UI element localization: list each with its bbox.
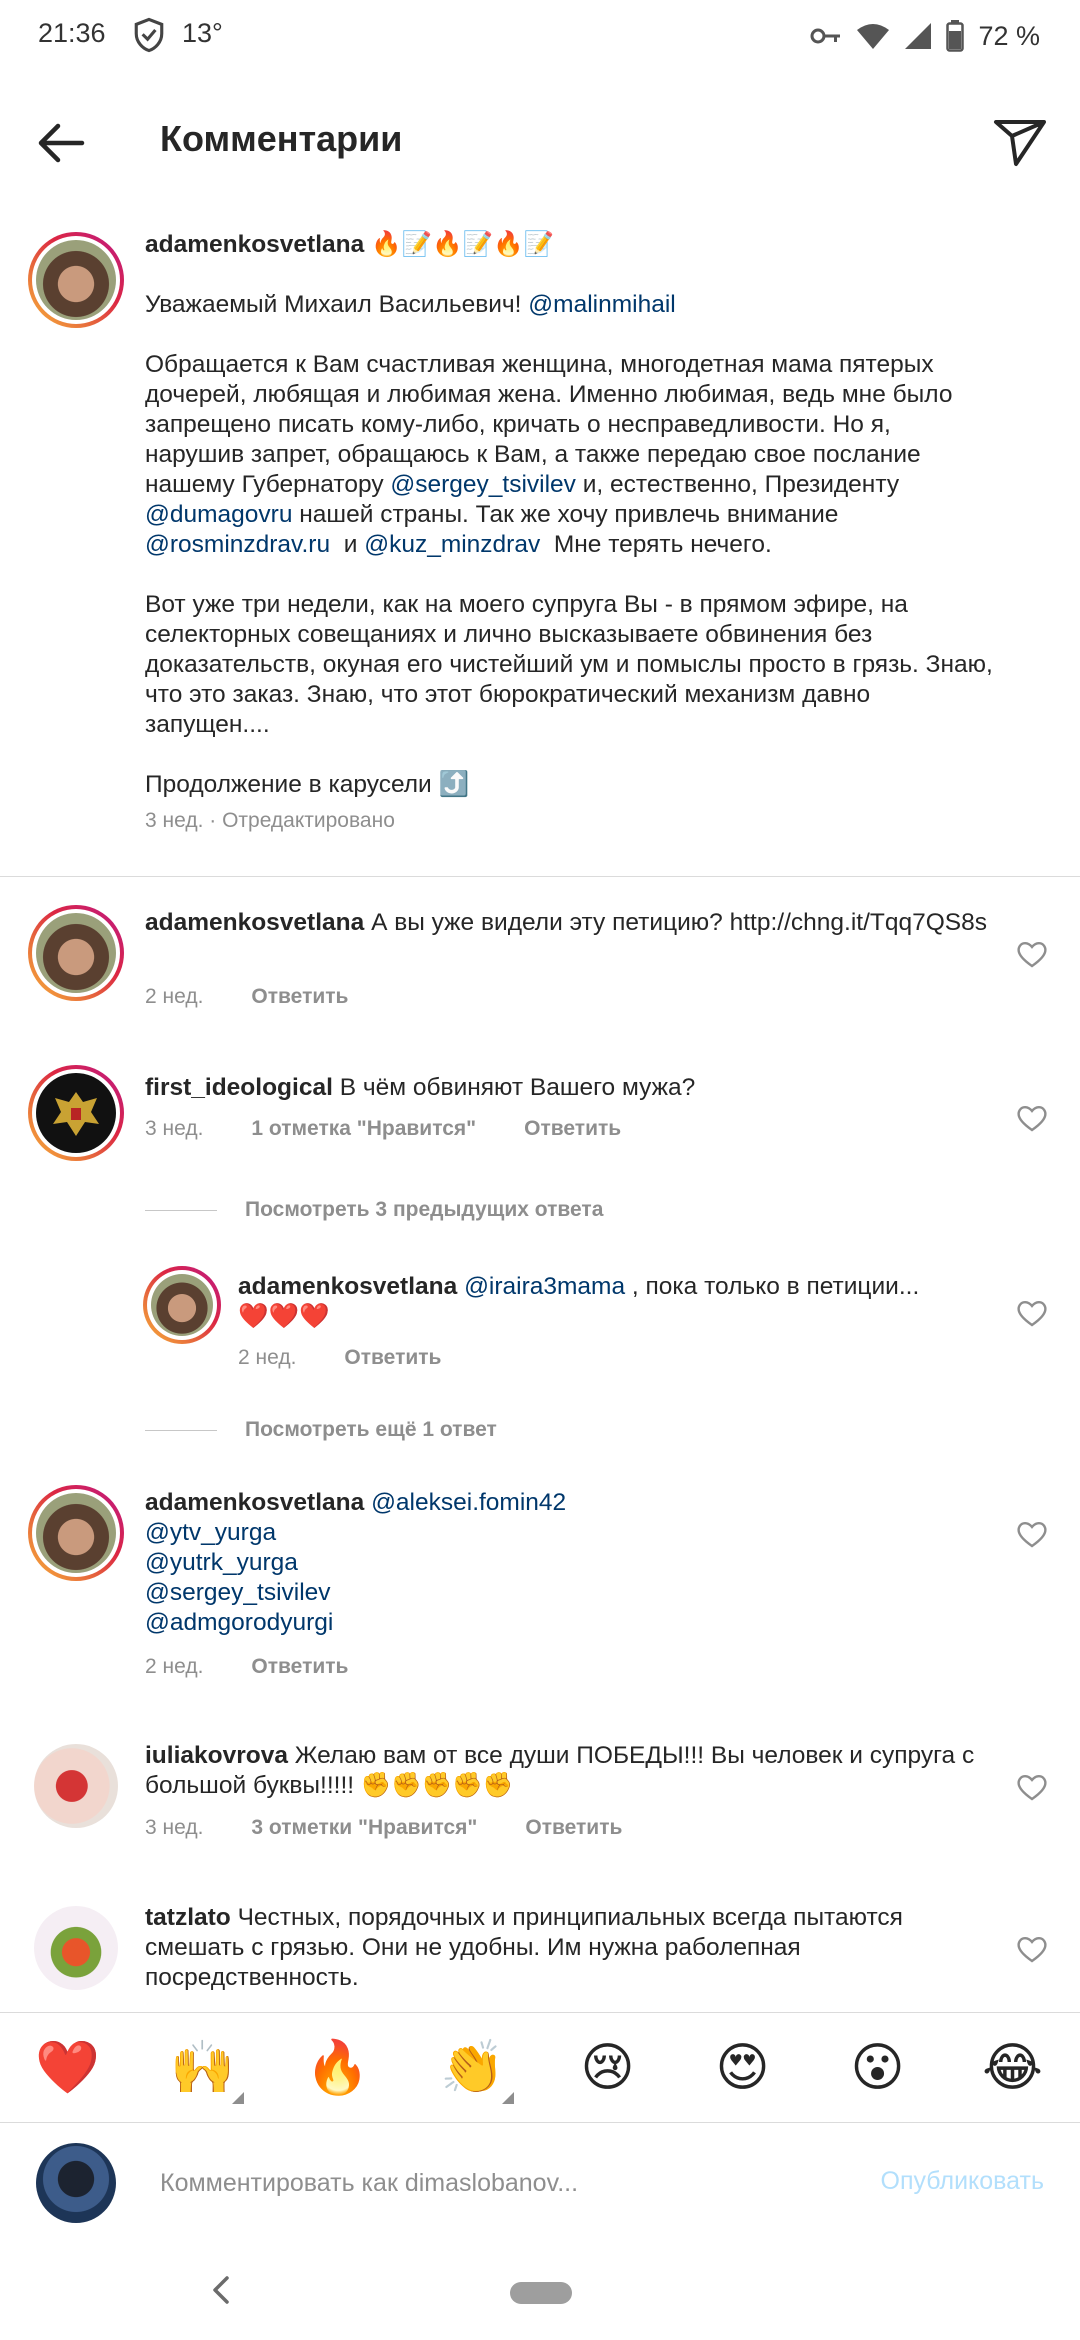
reply-time: 2 нед. <box>238 1346 297 1369</box>
mention-link[interactable]: @malinmihail <box>528 291 675 318</box>
status-bar: 21:36 13° 72 % <box>0 0 1080 72</box>
mention-link[interactable]: @sergey_tsivilev <box>145 1579 331 1606</box>
like-heart-icon[interactable] <box>1016 1103 1048 1133</box>
like-heart-icon[interactable] <box>1016 1298 1048 1328</box>
likes-count[interactable]: 1 отметка "Нравится" <box>251 1117 476 1141</box>
mention-link[interactable]: @admgorodyurgi <box>145 1609 333 1636</box>
status-time: 21:36 <box>38 18 106 48</box>
shield-icon <box>134 17 164 53</box>
reply-username[interactable]: adamenkosvetlana <box>238 1273 457 1300</box>
emoji-heart[interactable]: ❤️ <box>23 2042 113 2094</box>
mention-link[interactable]: @dumagovru <box>145 501 292 528</box>
reply-button[interactable]: Ответить <box>525 1816 622 1840</box>
system-nav-bar <box>0 2242 1080 2340</box>
battery-level: 72 % <box>978 20 1040 51</box>
comment-username[interactable]: iuliakovrova <box>145 1742 288 1769</box>
avatar[interactable] <box>28 905 124 1001</box>
mention-link[interactable]: @rosminzdrav.ru <box>145 531 330 558</box>
like-heart-icon[interactable] <box>1016 939 1048 969</box>
key-icon <box>810 28 841 44</box>
mention-link[interactable]: @aleksei.fomin42 <box>371 1489 566 1516</box>
like-heart-icon[interactable] <box>1016 1772 1048 1802</box>
mention-link[interactable]: @ytv_yurga <box>145 1519 276 1546</box>
avatar[interactable] <box>28 1065 124 1161</box>
emoji-laughing[interactable]: 😂 <box>968 2042 1058 2094</box>
comment-username[interactable]: adamenkosvetlana <box>145 1489 364 1516</box>
comment-time: 2 нед. <box>145 985 204 1008</box>
view-more-replies[interactable]: Посмотреть ещё 1 ответ <box>145 1418 497 1442</box>
send-icon[interactable] <box>988 110 1050 172</box>
reply-hearts: ❤️❤️❤️ <box>238 1303 330 1330</box>
mention-link[interactable]: @kuz_minzdrav <box>364 531 540 558</box>
caption-username-emoji: 🔥📝🔥📝🔥📝 <box>371 231 555 258</box>
avatar[interactable] <box>34 1906 118 1990</box>
comment-meta: 3 нед. 1 отметка "Нравится" Ответить <box>145 1117 621 1141</box>
caption-paragraph-2: Вот уже три недели, как на моего супруга… <box>145 591 993 738</box>
status-temperature: 13° <box>182 18 223 48</box>
mention-link[interactable]: @yutrk_yurga <box>145 1549 298 1576</box>
app-header: Комментарии <box>0 72 1080 212</box>
caption-paragraph-3: Продолжение в карусели ⤴️ <box>145 771 470 798</box>
comment-text: Честных, порядочных и принципиальных все… <box>145 1904 903 1991</box>
emoji-clap[interactable]: 👏 <box>428 2042 518 2104</box>
avatar[interactable] <box>143 1266 221 1344</box>
emoji-reaction-bar: ❤️ 🙌 🔥 👏 😢 😍 😮 😂 <box>0 2012 1080 2122</box>
battery-icon <box>946 20 965 52</box>
page-title: Комментарии <box>160 118 403 159</box>
reply-button[interactable]: Ответить <box>251 985 348 1009</box>
caption-username[interactable]: adamenkosvetlana <box>145 231 364 258</box>
status-right: 72 % <box>810 16 1040 56</box>
emoji-heart-eyes[interactable]: 😍 <box>698 2042 788 2094</box>
comment-input-bar: Опубликовать <box>0 2122 1080 2242</box>
comment-username[interactable]: tatzlato <box>145 1904 231 1931</box>
reply-button[interactable]: Ответить <box>251 1655 348 1679</box>
wifi-icon <box>857 24 890 49</box>
caption-paragraph-1: Обращается к Вам счастливая женщина, мно… <box>145 351 953 558</box>
caption-meta: 3 нед. · Отредактировано <box>145 809 395 832</box>
comment-username[interactable]: adamenkosvetlana <box>145 909 364 936</box>
emoji-raised-hands[interactable]: 🙌 <box>158 2042 248 2104</box>
nav-home-pill[interactable] <box>510 2282 572 2304</box>
comment-text: А вы уже видели эту петицию? http://chng… <box>371 909 988 936</box>
comment-time: 3 нед. <box>145 1117 204 1140</box>
mention-link[interactable]: @iraira3mama <box>464 1273 625 1300</box>
comment-username[interactable]: first_ideological <box>145 1074 333 1101</box>
reply-button[interactable]: Ответить <box>344 1346 441 1370</box>
current-user-avatar <box>36 2143 116 2223</box>
nav-back-icon[interactable] <box>205 2270 235 2310</box>
comment-meta: 3 нед. 3 отметки "Нравится" Ответить <box>145 1816 622 1840</box>
emoji-crying[interactable]: 😢 <box>563 2042 653 2094</box>
comment-meta: 2 нед. Ответить <box>145 1655 348 1679</box>
reply-button[interactable]: Ответить <box>524 1117 621 1141</box>
view-previous-replies[interactable]: Посмотреть 3 предыдущих ответа <box>145 1198 603 1222</box>
avatar[interactable] <box>34 1744 118 1828</box>
comment-time: 3 нед. <box>145 1816 204 1839</box>
avatar[interactable] <box>28 232 124 328</box>
comment-time: 2 нед. <box>145 1655 204 1678</box>
mention-link[interactable]: @sergey_tsivilev <box>390 471 576 498</box>
caption-greeting: Уважаемый Михаил Васильевич! <box>145 291 522 318</box>
likes-count[interactable]: 3 отметки "Нравится" <box>251 1816 477 1840</box>
signal-icon <box>905 23 932 49</box>
emoji-fire[interactable]: 🔥 <box>293 2042 383 2094</box>
reply-text: , пока только в петиции... <box>631 1273 920 1300</box>
comment-input[interactable] <box>160 2159 860 2207</box>
like-heart-icon[interactable] <box>1016 1934 1048 1964</box>
emoji-surprised[interactable]: 😮 <box>833 2042 923 2094</box>
comment-text: В чём обвиняют Вашего мужа? <box>339 1074 696 1101</box>
eagle-emblem-icon <box>53 1092 99 1136</box>
back-arrow-icon[interactable] <box>30 112 92 174</box>
comment-meta: 2 нед. Ответить <box>145 985 348 1009</box>
comment-item: tatzlato Честных, порядочных и принципиа… <box>0 1900 1080 2012</box>
like-heart-icon[interactable] <box>1016 1519 1048 1549</box>
publish-button[interactable]: Опубликовать <box>881 2167 1044 2196</box>
avatar[interactable] <box>28 1485 124 1581</box>
divider <box>0 876 1080 877</box>
reply-meta: 2 нед. Ответить <box>238 1346 441 1370</box>
